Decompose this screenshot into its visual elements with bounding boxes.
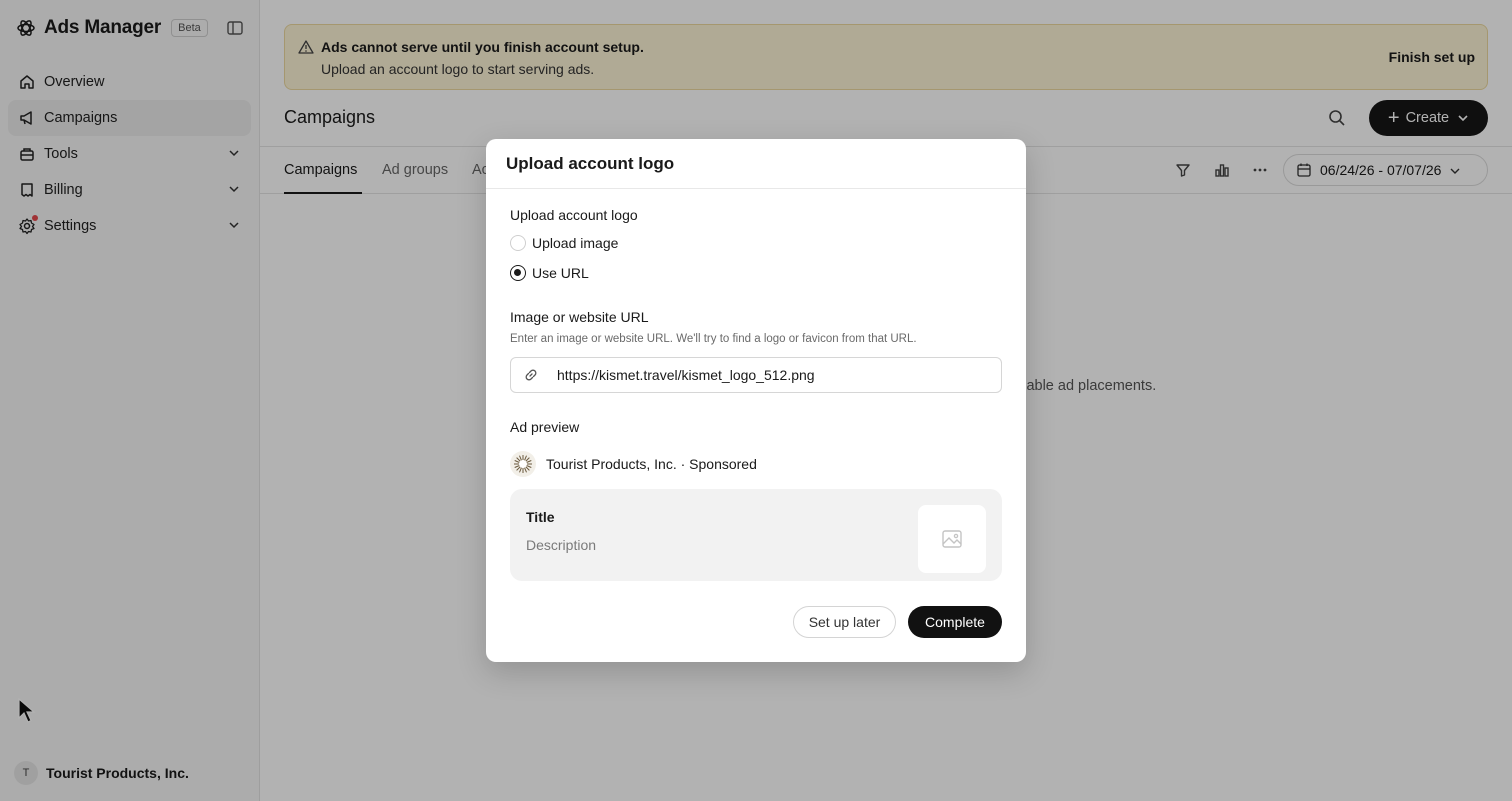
radio-label: Use URL	[532, 265, 589, 281]
upload-logo-modal: Upload account logo Upload account logo …	[486, 139, 1026, 662]
radio-button[interactable]	[510, 235, 526, 251]
link-icon	[523, 367, 539, 383]
url-input[interactable]	[557, 367, 977, 383]
radio-button[interactable]	[510, 265, 526, 281]
image-placeholder-icon	[918, 505, 986, 573]
url-input-container[interactable]	[510, 357, 1002, 393]
radio-use-url[interactable]: Use URL	[510, 265, 589, 281]
url-field-label: Image or website URL	[510, 309, 649, 325]
radio-label: Upload image	[532, 235, 619, 251]
ad-title: Title	[526, 509, 555, 525]
complete-button[interactable]: Complete	[908, 606, 1002, 638]
modal-title: Upload account logo	[486, 139, 1026, 189]
set-up-later-button[interactable]: Set up later	[793, 606, 896, 638]
radio-upload-image[interactable]: Upload image	[510, 235, 618, 251]
ad-description: Description	[526, 537, 597, 553]
ad-preview-label: Ad preview	[510, 419, 580, 435]
ad-preview-card: Title Description	[510, 489, 1002, 581]
ad-preview-advertiser: Tourist Products, Inc. · Sponsored	[510, 451, 757, 477]
url-help-text: Enter an image or website URL. We'll try…	[510, 333, 917, 345]
advertiser-logo-icon	[510, 451, 536, 477]
logo-source-label: Upload account logo	[510, 207, 638, 223]
advertiser-sponsored-text: Tourist Products, Inc. · Sponsored	[546, 456, 757, 472]
